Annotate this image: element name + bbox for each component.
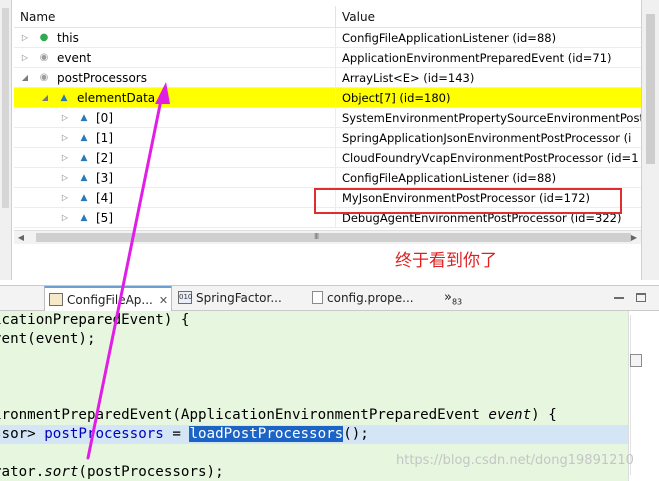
variable-value: ConfigFileApplicationListener (id=88) <box>342 171 557 185</box>
variable-name: this <box>57 31 79 45</box>
column-header-name[interactable]: Name <box>14 6 336 27</box>
element-icon: ▲ <box>80 153 88 163</box>
variable-value: SystemEnvironmentPropertySourceEnvironme… <box>342 111 641 125</box>
variable-name: [0] <box>96 111 113 125</box>
watermark: https://blog.csdn.net/dong19891210 <box>396 453 634 468</box>
green-dot-icon: ● <box>39 32 49 43</box>
expand-arrow-icon[interactable]: ▷ <box>60 128 70 148</box>
expand-arrow-icon[interactable]: ▷ <box>20 28 30 48</box>
expand-arrow-icon[interactable]: ▷ <box>60 148 70 168</box>
name-cell: ▷ ▲ [5] <box>14 208 336 228</box>
variable-name: [5] <box>96 211 113 225</box>
maximize-icon[interactable] <box>636 293 646 302</box>
column-header-value[interactable]: Value <box>336 6 641 27</box>
scroll-left-icon[interactable]: ◀ <box>14 231 28 245</box>
name-cell: ▷ ▲ [2] <box>14 148 336 168</box>
variable-name: postProcessors <box>57 71 147 85</box>
name-cell: ◢ ▲ elementData <box>14 88 336 108</box>
horizontal-scrollbar-thumb[interactable] <box>36 233 631 242</box>
scroll-right-icon[interactable]: ▶ <box>627 231 641 245</box>
close-icon[interactable]: ✕ <box>159 294 168 307</box>
element-icon: ▲ <box>80 213 88 223</box>
variable-name: event <box>57 51 92 65</box>
variable-value: CloudFoundryVcapEnvironmentPostProcessor… <box>342 151 639 165</box>
variable-value: ApplicationEnvironmentPreparedEvent (id=… <box>342 51 612 65</box>
code-line: ironmentPreparedEvent(ApplicationEnviron… <box>0 407 557 423</box>
tab-label: config.prope... <box>327 291 414 305</box>
tab-configfileapplicationlistener[interactable]: ConfigFileAp... ✕ <box>44 286 172 311</box>
element-icon: ▲ <box>80 133 88 143</box>
left-scrollbar[interactable] <box>0 0 12 280</box>
tab-config-properties[interactable]: config.prope... <box>312 286 432 311</box>
java-file-icon <box>49 293 63 306</box>
highlight-annotation-box <box>314 188 622 214</box>
variable-row-this[interactable]: ▷ ● this ConfigFileApplicationListener (… <box>14 28 641 48</box>
collapse-arrow-icon[interactable]: ◢ <box>40 88 50 108</box>
expand-arrow-icon[interactable]: ▷ <box>20 48 30 68</box>
variable-value: Object[7] (id=180) <box>342 91 451 105</box>
element-icon: ▲ <box>80 193 88 203</box>
variable-row-element-1[interactable]: ▷ ▲ [1] SpringApplicationJsonEnvironment… <box>14 128 641 148</box>
expand-arrow-icon[interactable]: ▷ <box>60 108 70 128</box>
editor-tab-bar: ConfigFileAp... ✕ 010 SpringFactor... conf… <box>0 285 659 311</box>
name-cell: ▷ ▲ [0] <box>14 108 336 128</box>
expand-arrow-icon[interactable]: ▷ <box>60 188 70 208</box>
variable-row-element-3[interactable]: ▷ ▲ [3] ConfigFileApplicationListener (i… <box>14 168 641 188</box>
name-cell: ▷ ▲ [3] <box>14 168 336 188</box>
variable-name: [1] <box>96 131 113 145</box>
right-scrollbar-thumb[interactable] <box>646 14 655 164</box>
name-cell: ▷ ◉ event <box>14 48 336 68</box>
class-file-icon: 010 <box>178 291 192 304</box>
minimize-icon[interactable] <box>614 293 624 299</box>
name-cell: ▷ ▲ [1] <box>14 128 336 148</box>
variable-name: [4] <box>96 191 113 205</box>
variable-name: [2] <box>96 151 113 165</box>
chevron-double-right-icon: » <box>444 290 452 305</box>
variable-value: SpringApplicationJsonEnvironmentPostProc… <box>342 131 632 145</box>
more-tabs-button[interactable]: »83 <box>444 286 470 311</box>
expand-arrow-icon[interactable]: ▷ <box>60 208 70 228</box>
tab-springfactories[interactable]: 010 SpringFactor... <box>178 286 308 311</box>
variable-row-event[interactable]: ▷ ◉ event ApplicationEnvironmentPrepared… <box>14 48 641 68</box>
tab-label: SpringFactor... <box>196 291 282 305</box>
scroll-grip: III <box>314 232 319 241</box>
properties-file-icon <box>312 291 323 304</box>
field-dot-icon: ◉ <box>39 52 49 63</box>
variable-row-elementdata[interactable]: ◢ ▲ elementData Object[7] (id=180) <box>14 88 641 108</box>
hidden-tab-count: 83 <box>451 297 463 307</box>
name-cell: ◢ ◉ postProcessors <box>14 68 336 88</box>
left-scrollbar-thumb[interactable] <box>2 8 9 208</box>
tab-label: ConfigFileAp... <box>67 293 153 307</box>
code-line: vent(event); <box>0 331 96 347</box>
variables-view: Name Value ▷ ● this ConfigFileApplicatio… <box>0 0 659 280</box>
code-line: icationPreparedEvent) { <box>0 312 190 328</box>
variable-value: ConfigFileApplicationListener (id=88) <box>342 31 557 45</box>
name-cell: ▷ ▲ [4] <box>14 188 336 208</box>
annotation-text: 终于看到你了 <box>395 251 497 271</box>
variable-row-element-0[interactable]: ▷ ▲ [0] SystemEnvironmentPropertySourceE… <box>14 108 641 128</box>
variable-row-element-2[interactable]: ▷ ▲ [2] CloudFoundryVcapEnvironmentPostP… <box>14 148 641 168</box>
current-code-line: ssor> postProcessors = loadPostProcessor… <box>0 425 628 444</box>
element-icon: ▲ <box>80 173 88 183</box>
name-cell: ▷ ● this <box>14 28 336 48</box>
field-dot-icon: ◉ <box>39 72 49 83</box>
variable-row-postprocessors[interactable]: ◢ ◉ postProcessors ArrayList<E> (id=143) <box>14 68 641 88</box>
variable-name: [3] <box>96 171 113 185</box>
ruler-track <box>630 315 631 475</box>
collapse-arrow-icon[interactable]: ◢ <box>20 68 30 88</box>
right-scrollbar[interactable] <box>641 0 659 280</box>
ruler-marker[interactable] <box>630 354 642 367</box>
horizontal-scrollbar[interactable]: ◀ III ▶ <box>14 230 641 244</box>
selected-identifier[interactable]: loadPostProcessors <box>189 426 344 442</box>
variable-value: ArrayList<E> (id=143) <box>342 71 475 85</box>
element-icon: ▲ <box>80 113 88 123</box>
protected-field-icon: ▲ <box>60 93 68 103</box>
variable-name: elementData <box>77 91 156 105</box>
expand-arrow-icon[interactable]: ▷ <box>60 168 70 188</box>
table-header: Name Value <box>14 6 641 28</box>
